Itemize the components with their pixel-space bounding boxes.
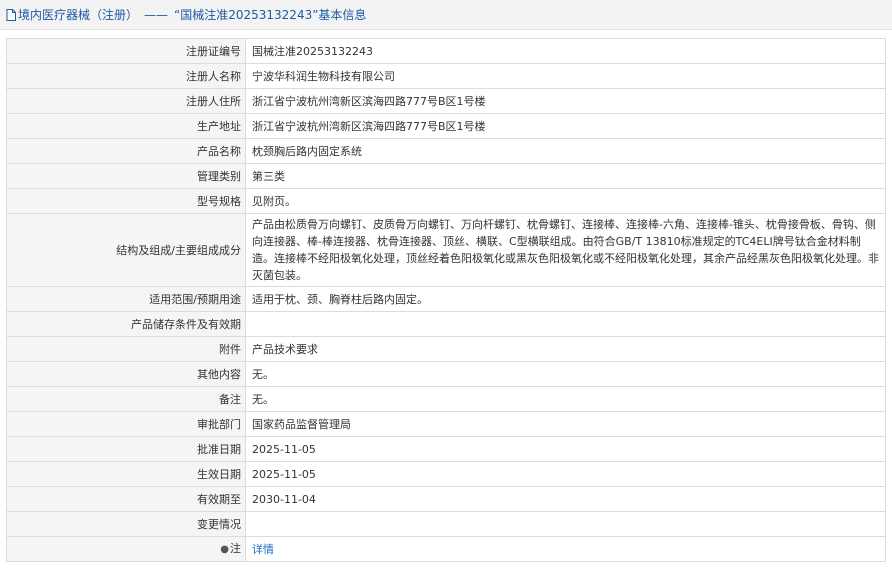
note-label: 注 <box>230 542 241 555</box>
pin-icon: ● <box>220 544 229 555</box>
row-value: 2025-11-05 <box>245 461 886 487</box>
row-label: 结构及组成/主要组成成分 <box>6 213 246 287</box>
row-label: 其他内容 <box>6 361 246 387</box>
row-label: 变更情况 <box>6 511 246 537</box>
row-label: 产品名称 <box>6 138 246 164</box>
table-row: 批准日期 2025-11-05 <box>6 436 886 462</box>
row-label: 生效日期 <box>6 461 246 487</box>
document-icon <box>6 8 16 21</box>
table-row: 产品名称 枕颈胸后路内固定系统 <box>6 138 886 164</box>
row-value: 产品由松质骨万向螺钉、皮质骨万向螺钉、万向杆螺钉、枕骨螺钉、连接棒、连接棒-六角… <box>245 213 886 287</box>
header-category: 境内医疗器械（注册） <box>18 8 139 22</box>
table-row: 生产地址 浙江省宁波杭州湾新区滨海四路777号B区1号楼 <box>6 113 886 139</box>
table-row: 附件 产品技术要求 <box>6 336 886 362</box>
table-row: 产品储存条件及有效期 <box>6 311 886 337</box>
table-row: 注册人住所 浙江省宁波杭州湾新区滨海四路777号B区1号楼 <box>6 88 886 114</box>
page-header: 境内医疗器械（注册） —— “国械注准20253132243”基本信息 <box>0 0 892 30</box>
table-row: 注册人名称 宁波华科润生物科技有限公司 <box>6 63 886 89</box>
table-row: 适用范围/预期用途 适用于枕、颈、胸脊柱后路内固定。 <box>6 286 886 312</box>
row-value: 浙江省宁波杭州湾新区滨海四路777号B区1号楼 <box>245 113 886 139</box>
row-value: 枕颈胸后路内固定系统 <box>245 138 886 164</box>
row-value: 2030-11-04 <box>245 486 886 512</box>
row-value: 2025-11-05 <box>245 436 886 462</box>
row-label: 有效期至 <box>6 486 246 512</box>
row-label: 生产地址 <box>6 113 246 139</box>
table-row: 审批部门 国家药品监督管理局 <box>6 411 886 437</box>
row-label: 适用范围/预期用途 <box>6 286 246 312</box>
row-value: 国家药品监督管理局 <box>245 411 886 437</box>
table-row: 结构及组成/主要组成成分 产品由松质骨万向螺钉、皮质骨万向螺钉、万向杆螺钉、枕骨… <box>6 213 886 287</box>
row-value: 国械注准20253132243 <box>245 38 886 64</box>
row-label: 审批部门 <box>6 411 246 437</box>
row-value <box>245 311 886 337</box>
table-row: 生效日期 2025-11-05 <box>6 461 886 487</box>
row-label: 型号规格 <box>6 188 246 214</box>
row-value: 第三类 <box>245 163 886 189</box>
table-row: 其他内容 无。 <box>6 361 886 387</box>
table-row: 备注 无。 <box>6 386 886 412</box>
note-value-cell: 详情 <box>245 536 886 562</box>
row-value: 浙江省宁波杭州湾新区滨海四路777号B区1号楼 <box>245 88 886 114</box>
row-value: 见附页。 <box>245 188 886 214</box>
row-label: 批准日期 <box>6 436 246 462</box>
row-label: 注册人名称 <box>6 63 246 89</box>
note-label-cell: ●注 <box>6 536 246 562</box>
row-label: 产品储存条件及有效期 <box>6 311 246 337</box>
header-title: “国械注准20253132243”基本信息 <box>174 8 367 22</box>
row-label: 注册人住所 <box>6 88 246 114</box>
note-row: ●注 详情 <box>6 536 886 562</box>
table-row: 型号规格 见附页。 <box>6 188 886 214</box>
row-label: 备注 <box>6 386 246 412</box>
table-row: 管理类别 第三类 <box>6 163 886 189</box>
row-value: 无。 <box>245 361 886 387</box>
table-row: 注册证编号 国械注准20253132243 <box>6 38 886 64</box>
info-table: 注册证编号 国械注准20253132243 注册人名称 宁波华科润生物科技有限公… <box>6 38 886 562</box>
table-row: 变更情况 <box>6 511 886 537</box>
row-label: 附件 <box>6 336 246 362</box>
details-link[interactable]: 详情 <box>252 543 274 556</box>
header-separator: —— <box>144 7 169 22</box>
row-value: 无。 <box>245 386 886 412</box>
row-label: 管理类别 <box>6 163 246 189</box>
row-value <box>245 511 886 537</box>
row-value: 产品技术要求 <box>245 336 886 362</box>
row-value: 适用于枕、颈、胸脊柱后路内固定。 <box>245 286 886 312</box>
table-row: 有效期至 2030-11-04 <box>6 486 886 512</box>
row-value: 宁波华科润生物科技有限公司 <box>245 63 886 89</box>
row-label: 注册证编号 <box>6 38 246 64</box>
